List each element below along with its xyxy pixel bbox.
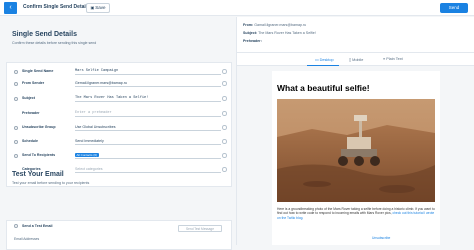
details-card: Single Send Name Mars Selfie Campaign Fr… [6,62,232,187]
details-title: Single Send Details [12,31,77,38]
tab-mobile[interactable]: ▯ Mobile [349,57,363,62]
send-test-button[interactable]: Send Test Message [178,225,222,232]
categories-select[interactable]: Select categories [75,166,221,173]
send-button[interactable]: Send [440,3,468,13]
check-icon [222,111,227,116]
single-send-name-input[interactable]: Mars Selfie Campaign [75,68,221,75]
email-addresses-label: Email Addresses [14,237,40,241]
mars-rover-image [277,99,435,202]
top-bar: ‹ Confirm Single Send Details ▣Save Send [0,0,474,16]
test-subtitle: Test your email before sending to your r… [12,181,90,185]
unsubscribe-group-select[interactable]: Use Global Unsubscribes [75,124,221,131]
field-row-preheader[interactable]: Preheader Enter a preheader [7,109,233,121]
save-button[interactable]: ▣Save [86,3,110,13]
radio-icon [14,126,18,130]
chevron-left-icon[interactable]: ‹ [4,2,17,14]
test-title: Test Your Email [12,171,64,178]
tab-plain-text[interactable]: ≡ Plain Text [383,57,403,61]
email-body: Here is a groundbreaking photo of the Ma… [277,207,435,220]
check-icon [222,167,227,172]
preview-tabs: ▭ Desktop ▯ Mobile ≡ Plain Text [237,52,474,67]
email-preview-area: What a beautiful selfie! Here is a groun… [237,66,474,245]
preview-from: From: Gamail.ilgraner.mars@bamap.ru [243,23,307,27]
radio-icon [14,70,18,74]
radio-icon [14,154,18,158]
preheader-input[interactable]: Enter a preheader [75,110,221,117]
field-row-sender[interactable]: From Sender Gemail.ilgraner.mars@bamap.r… [7,79,233,91]
send-test-label: Send a Test Email [22,224,53,228]
radio-icon [14,140,18,144]
field-row-unsubscribe[interactable]: Unsubscribe Group Use Global Unsubscribe… [7,123,233,135]
recipients-select[interactable]: All Contacts (0) [75,152,221,159]
check-icon [222,81,227,86]
email-preview: What a beautiful selfie! Here is a groun… [272,71,440,245]
page-title: Confirm Single Send Details [23,4,90,10]
radio-icon [14,224,18,228]
details-subtitle: Confirm these details before sending thi… [12,41,97,45]
check-icon [222,69,227,74]
radio-icon [14,82,18,86]
field-row-schedule[interactable]: Schedule Send Immediately [7,137,233,149]
field-row-recipients[interactable]: Send To Recipients All Contacts (0) [7,151,233,163]
unsubscribe-link[interactable]: Unsubscribe [372,236,390,240]
save-icon: ▣ [90,5,95,10]
details-panel: Single Send Details Confirm these detail… [0,17,235,245]
email-title: What a beautiful selfie! [277,83,370,93]
schedule-select[interactable]: Send Immediately [75,138,221,145]
check-icon [222,125,227,130]
check-icon [222,139,227,144]
from-sender-select[interactable]: Gemail.ilgraner.mars@bamap.ru [75,80,221,87]
radio-icon [14,97,18,101]
tab-desktop[interactable]: ▭ Desktop [315,57,334,62]
preview-preheader: Preheader: [243,39,262,43]
field-row-name[interactable]: Single Send Name Mars Selfie Campaign [7,67,233,79]
check-icon [222,153,227,158]
field-row-subject[interactable]: Subject The Mars Rover Has Taken a Selfi… [7,94,233,106]
preview-subject: Subject: The Mars Rover Has Taken a Self… [243,31,316,35]
preview-panel: From: Gamail.ilgraner.mars@bamap.ru Subj… [236,17,474,245]
check-icon [222,96,227,101]
recipient-tag[interactable]: All Contacts (0) [75,153,99,157]
subject-input[interactable]: The Mars Rover Has Taken a Selfie! [75,95,221,102]
